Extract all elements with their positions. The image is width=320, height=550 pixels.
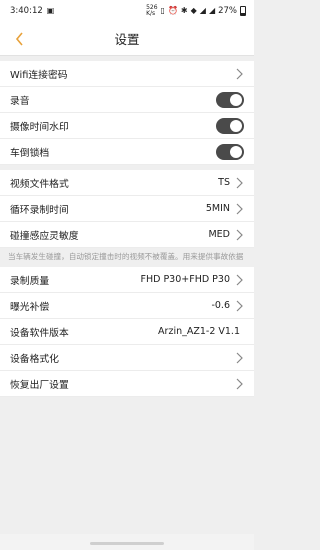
chevron-right-icon: [234, 176, 244, 190]
back-icon: [15, 32, 23, 46]
reverse-lock-row: 车倒锁档: [0, 139, 254, 165]
audio-label: 录音: [10, 95, 30, 107]
loop-time-value: 5MIN: [205, 203, 230, 214]
wifi-password-label: Wifi连接密码: [10, 69, 68, 81]
watermark-label: 摄像时间水印: [10, 121, 69, 133]
network-speed: 526 K/s: [146, 4, 158, 17]
chevron-right-icon: [234, 202, 244, 216]
chevron-right-icon: [234, 273, 244, 287]
factory-reset-label: 恢复出厂设置: [10, 379, 69, 391]
format-device-label: 设备格式化: [10, 353, 59, 365]
chevron-right-icon: [234, 351, 244, 365]
system-nav-bar: [0, 534, 254, 550]
collision-label: 碰撞感应灵敏度: [10, 230, 79, 242]
reverse-lock-label: 车倒锁档: [10, 147, 50, 159]
firmware-label: 设备软件版本: [10, 327, 69, 339]
back-button[interactable]: [10, 29, 30, 49]
video-format-row[interactable]: 视频文件格式 TS: [0, 170, 254, 196]
firmware-value: Arzin_AZ1-2 V1.1: [158, 326, 240, 337]
loop-time-label: 循环录制时间: [10, 204, 69, 216]
video-format-label: 视频文件格式: [10, 178, 69, 190]
quality-value: FHD P30+FHD P30: [140, 274, 230, 285]
loop-time-row[interactable]: 循环录制时间 5MIN: [0, 196, 254, 222]
collision-value: MED: [208, 229, 230, 240]
page-title: 设置: [114, 32, 140, 47]
factory-reset-row[interactable]: 恢复出厂设置: [0, 371, 254, 397]
collision-row[interactable]: 碰撞感应灵敏度 MED: [0, 222, 254, 248]
chevron-right-icon: [234, 299, 244, 313]
app-header: 设置: [0, 22, 254, 56]
audio-toggle[interactable]: [216, 91, 244, 108]
exposure-row[interactable]: 曝光补偿 -0.6: [0, 293, 254, 319]
reverse-lock-toggle[interactable]: [216, 143, 244, 160]
home-gesture-pill[interactable]: [90, 542, 164, 545]
watermark-row: 摄像时间水印: [0, 113, 254, 139]
wifi-password-row[interactable]: Wifi连接密码: [0, 61, 254, 87]
image-icon: ▣: [46, 6, 55, 15]
status-time: 3:40:12: [10, 6, 43, 16]
chevron-right-icon: [234, 377, 244, 391]
quality-row[interactable]: 录制质量 FHD P30+FHD P30: [0, 267, 254, 293]
format-device-row[interactable]: 设备格式化: [0, 345, 254, 371]
wifi-icon: ◆: [190, 6, 197, 15]
exposure-value: -0.6: [211, 300, 230, 311]
chevron-right-icon: [234, 228, 244, 242]
chevron-right-icon: [234, 67, 244, 81]
exposure-label: 曝光补偿: [10, 301, 50, 313]
signal-icon-2: ◢: [208, 6, 216, 15]
battery-icon: [240, 6, 246, 16]
video-format-value: TS: [218, 177, 230, 188]
firmware-row: 设备软件版本 Arzin_AZ1-2 V1.1: [0, 319, 254, 345]
alarm-icon: ⏰: [167, 6, 178, 15]
vibrate-icon: ▯: [160, 6, 165, 15]
status-bar: 3:40:12 ▣ 526 K/s ▯ ⏰ ✱ ◆ ◢ ◢ 27%: [0, 0, 254, 22]
collision-note: 当车辆发生碰撞，自动锁定撞击时的视频不被覆盖。用来提供事故依据: [0, 248, 254, 267]
signal-icon: ◢: [199, 6, 206, 15]
quality-label: 录制质量: [10, 275, 50, 287]
audio-row: 录音: [0, 87, 254, 113]
watermark-toggle[interactable]: [216, 117, 244, 134]
battery-percent: 27%: [218, 6, 237, 16]
bluetooth-icon: ✱: [180, 6, 188, 15]
